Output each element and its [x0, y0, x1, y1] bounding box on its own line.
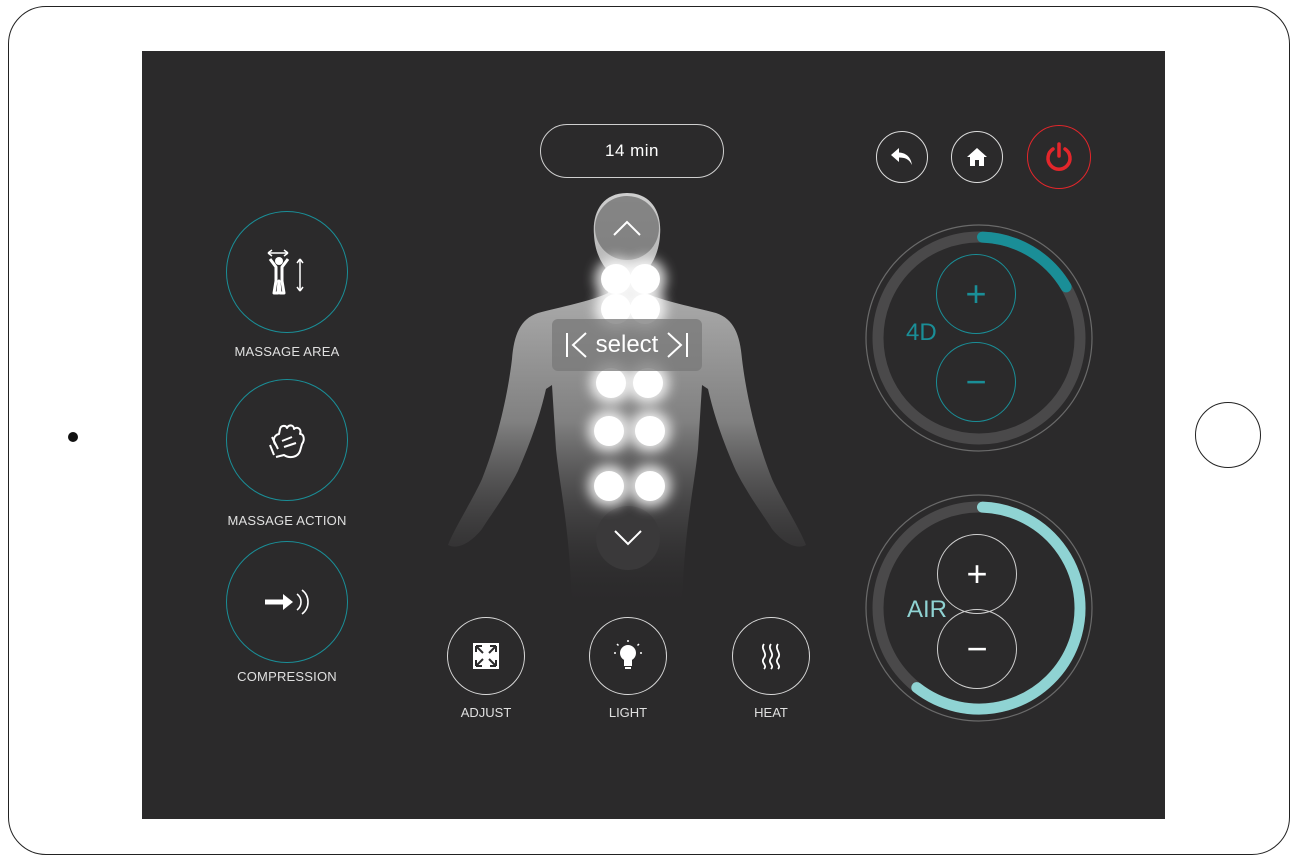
massage-area-icon [267, 249, 304, 295]
compression-icon [265, 589, 309, 615]
massage-node [594, 416, 624, 446]
select-previous-icon[interactable] [564, 330, 590, 360]
massage-node [594, 471, 624, 501]
select-bar[interactable]: select [552, 319, 702, 371]
massage-chair-screen: 14 min MASSAGE AREA MASSAGE ACTION COMPR… [142, 51, 1165, 819]
massage-node [635, 416, 665, 446]
power-button[interactable] [1027, 125, 1091, 189]
scroll-down-button[interactable] [596, 506, 660, 570]
plus-icon: + [965, 273, 987, 314]
adjust-button[interactable] [447, 617, 525, 695]
select-label: select [595, 331, 659, 358]
fourd-minus-button[interactable]: − [936, 342, 1016, 422]
air-plus-button[interactable]: + [937, 534, 1017, 614]
massage-node [596, 368, 626, 398]
select-next-icon[interactable] [664, 330, 690, 360]
fourd-label: 4D [906, 319, 937, 346]
light-button[interactable] [589, 617, 667, 695]
scroll-up-button[interactable] [595, 196, 659, 260]
heat-label: HEAT [754, 705, 788, 720]
minus-icon: − [966, 628, 988, 669]
heat-icon [761, 643, 781, 670]
massage-node [635, 471, 665, 501]
adjust-label: ADJUST [460, 705, 512, 720]
massage-area-label: MASSAGE AREA [234, 344, 340, 359]
massage-action-label: MASSAGE ACTION [227, 513, 347, 528]
light-label: LIGHT [608, 705, 648, 720]
plus-icon: + [966, 553, 988, 594]
air-minus-button[interactable]: − [937, 609, 1017, 689]
home-icon [967, 148, 987, 166]
massage-area-button[interactable] [226, 211, 348, 333]
chevron-up-icon [613, 220, 641, 236]
massage-node [601, 264, 631, 294]
compression-button[interactable] [226, 541, 348, 663]
massage-node [630, 264, 660, 294]
compression-label: COMPRESSION [237, 669, 337, 684]
power-icon [1046, 142, 1072, 171]
heat-button[interactable] [732, 617, 810, 695]
minus-icon: − [965, 361, 987, 402]
fist-icon [269, 424, 305, 459]
fourd-plus-button[interactable]: + [936, 254, 1016, 334]
home-button[interactable] [951, 131, 1003, 183]
light-bulb-icon [614, 640, 642, 669]
back-arrow-icon [891, 148, 912, 165]
device-home-button[interactable] [1195, 402, 1261, 468]
chevron-down-icon [614, 530, 642, 546]
expand-icon [473, 643, 499, 669]
camera-dot [68, 432, 78, 442]
back-button[interactable] [876, 131, 928, 183]
massage-action-button[interactable] [226, 379, 348, 501]
timer-display[interactable]: 14 min [540, 124, 724, 178]
massage-node [633, 368, 663, 398]
air-label: AIR [907, 596, 948, 623]
